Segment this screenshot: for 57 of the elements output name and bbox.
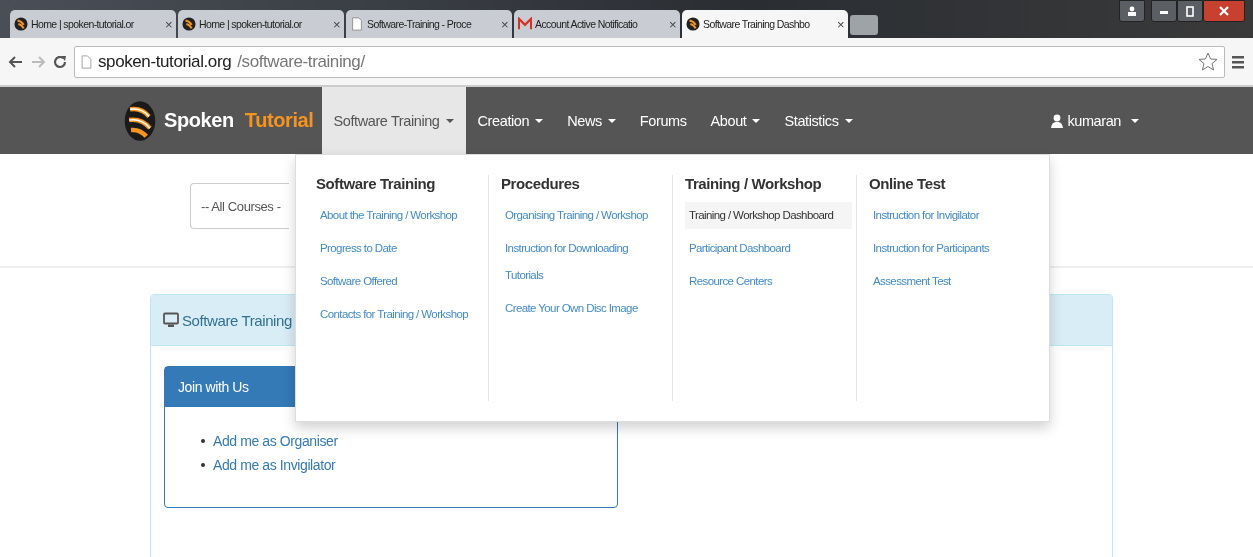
nav-item[interactable]: Software Training [321,87,466,154]
course-select[interactable]: -- All Courses - [190,183,289,229]
card-title: Join with Us [178,379,249,395]
close-icon[interactable]: × [165,16,172,32]
brand-logo[interactable]: Spoken Tutorial [122,87,314,154]
menu-item[interactable]: Organising Training / Workshop [501,202,668,229]
nav-item[interactable]: About [698,87,773,154]
nav-item[interactable]: Creation [465,87,556,154]
close-icon[interactable]: × [669,16,676,32]
browser-tab[interactable]: Home | spoken-tutorial.or × [178,10,344,38]
star-icon[interactable] [1198,51,1218,72]
menu-item[interactable]: Software Offered [316,268,484,295]
menu-item[interactable]: Participant Dashboard [685,235,852,262]
page-icon [350,17,364,31]
maximize-icon[interactable] [1177,0,1203,22]
link[interactable]: Add me as Invigilator [213,457,336,473]
menu-heading: Procedures [501,175,581,192]
close-icon[interactable]: × [837,16,844,32]
logo-icon [686,17,700,31]
nav-item[interactable]: News [555,87,628,154]
menu-item[interactable]: Assessment Test [869,268,1036,295]
menu-item[interactable]: Contacts for Training / Workshop [316,301,484,328]
browser-tab[interactable]: Software Training Dashbo × [682,10,848,38]
menu-item[interactable]: Training / Workshop Dashboard [685,202,852,229]
user-icon[interactable] [1119,0,1145,22]
menu-heading: Software Training [316,175,437,192]
menu-item[interactable]: Instruction for Participants [869,235,1036,262]
mail-icon [518,17,532,31]
menu-item[interactable]: About the Training / Workshop [316,202,484,229]
user-menu[interactable]: kumaran [1051,87,1139,154]
browser-tab[interactable]: Home | spoken-tutorial.or × [10,10,176,38]
nav-item[interactable]: Statistics [772,87,865,154]
menu-heading: Training / Workshop [685,175,823,192]
menu-icon[interactable] [1231,53,1245,70]
back-icon[interactable] [8,53,24,70]
browser-tab[interactable]: Software-Training - Proce × [346,10,512,38]
menu-heading: Online Test [869,175,947,192]
nav-item[interactable]: Forums [627,87,699,154]
close-icon[interactable] [1203,0,1245,22]
monitor-icon [163,312,179,328]
logo-icon [14,17,28,31]
reload-icon[interactable] [52,53,68,70]
minimize-icon[interactable] [1151,0,1177,22]
menu-item[interactable]: Create Your Own Disc Image [501,295,668,322]
link[interactable]: Add me as Organiser [213,433,338,449]
logo-icon [182,17,196,31]
menu-item[interactable]: Instruction for Downloading Tutorials [501,235,668,289]
page-icon [81,54,92,69]
menu-item[interactable]: Instruction for Invigilator [869,202,1036,229]
user-icon [1051,113,1064,128]
browser-tab[interactable]: Account Active Notificatio × [514,10,680,38]
close-icon[interactable]: × [333,16,340,32]
address-field[interactable]: spoken-tutorial.org /software-training/ [74,45,1225,78]
menu-item[interactable]: Resource Centers [685,268,852,295]
panel-title: Software Training [182,311,292,329]
menu-item[interactable]: Progress to Date [316,235,484,262]
close-icon[interactable]: × [501,16,508,32]
